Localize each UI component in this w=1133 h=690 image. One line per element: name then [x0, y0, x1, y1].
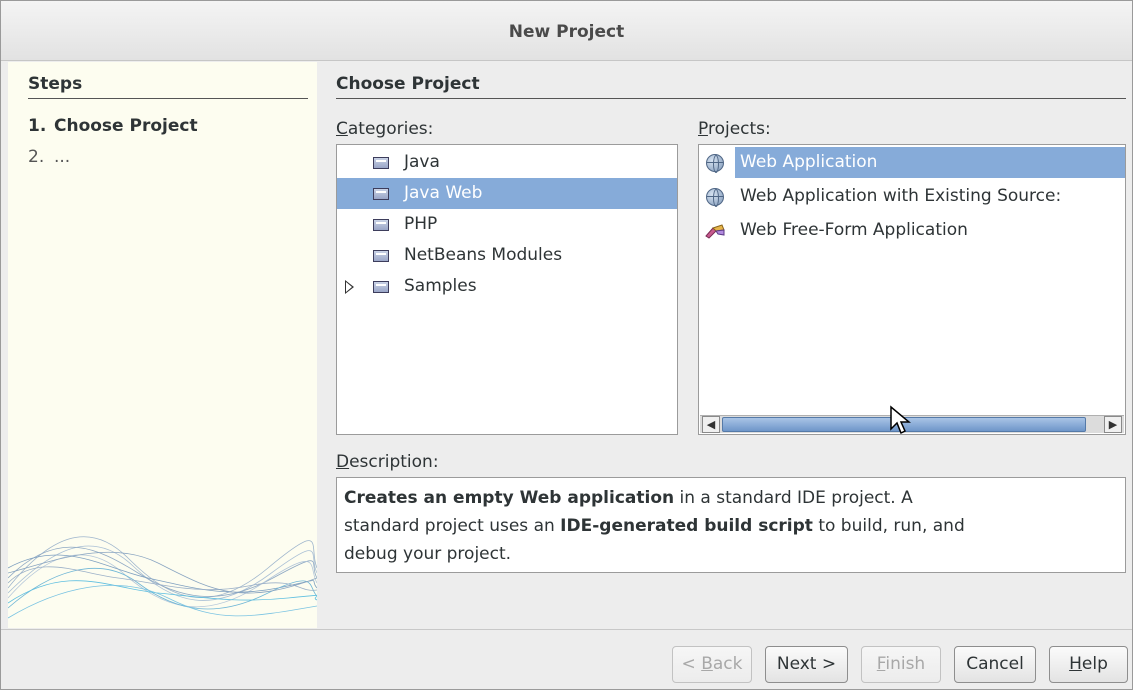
help-button-text: elp — [1081, 654, 1108, 674]
categories-label: Categories: — [336, 119, 433, 139]
project-item-web-application[interactable]: Web Application — [699, 147, 1125, 178]
description-label: Description: — [336, 452, 439, 472]
categories-tree[interactable]: Java Java Web PHP NetBeans Modules Sampl… — [336, 144, 678, 435]
cancel-button[interactable]: Cancel — [954, 646, 1036, 683]
category-label: PHP — [404, 214, 438, 234]
description-line-2: standard project uses an IDE-generated b… — [344, 512, 1118, 540]
description-label-mnemonic: D — [336, 452, 350, 472]
steps-title: Steps — [28, 74, 308, 99]
category-item-php[interactable]: PHP — [337, 209, 677, 240]
category-label: Java Web — [404, 183, 483, 203]
step-2: 2.... — [28, 147, 70, 167]
scroll-left-icon[interactable]: ◀ — [702, 416, 720, 433]
projects-list[interactable]: Web Application Web Application with Exi… — [698, 144, 1126, 435]
finish-button[interactable]: Finish — [861, 646, 941, 683]
step-2-number: 2. — [28, 147, 45, 167]
folder-icon — [373, 157, 389, 169]
description-bold-text: IDE-generated build script — [560, 516, 813, 536]
project-item-web-application-existing[interactable]: Web Application with Existing Source: — [699, 181, 1125, 212]
globe-icon — [706, 154, 724, 173]
new-project-dialog: New Project Steps 1. Choose Project 2.... — [0, 0, 1133, 690]
step-1: 1. Choose Project — [28, 116, 198, 136]
category-item-java-web[interactable]: Java Web — [337, 178, 677, 209]
finish-button-text: inish — [885, 654, 926, 674]
back-button-prefix: < — [681, 654, 702, 674]
brush-icon — [705, 224, 725, 239]
description-text: to build, run, and — [812, 516, 965, 536]
folder-icon — [373, 188, 389, 200]
project-label: Web Free-Form Application — [740, 220, 968, 240]
folder-icon — [373, 250, 389, 262]
projects-label-mnemonic: P — [698, 119, 708, 139]
step-1-number: 1. — [28, 116, 47, 136]
description-line-1: Creates an empty Web application in a st… — [344, 484, 1118, 512]
steps-panel: Steps 1. Choose Project 2.... — [8, 62, 317, 628]
category-item-java[interactable]: Java — [337, 147, 677, 178]
back-button-text: ack — [712, 654, 743, 674]
folder-icon — [373, 281, 389, 293]
back-button[interactable]: < Back — [672, 646, 752, 683]
description-box: Creates an empty Web application in a st… — [336, 477, 1126, 573]
project-label: Web Application with Existing Source: — [740, 186, 1062, 206]
step-2-label: ... — [54, 147, 71, 167]
description-text: standard project uses an — [344, 516, 561, 536]
globe-icon — [706, 188, 724, 207]
page-title: Choose Project — [336, 74, 1126, 99]
dialog-title: New Project — [1, 1, 1132, 61]
next-button[interactable]: Next > — [765, 646, 848, 683]
category-label: NetBeans Modules — [404, 245, 563, 265]
projects-label: Projects: — [698, 119, 771, 139]
description-line-3: debug your project. — [344, 544, 512, 564]
projects-horizontal-scrollbar[interactable]: ◀ ▶ — [700, 415, 1124, 433]
back-button-mnemonic: B — [701, 654, 713, 674]
help-button[interactable]: Help — [1049, 646, 1128, 683]
category-item-samples[interactable]: Samples — [337, 271, 677, 302]
projects-label-text: rojects: — [707, 119, 771, 139]
scroll-right-icon[interactable]: ▶ — [1104, 416, 1122, 433]
categories-label-text: ategories: — [347, 119, 434, 139]
mouse-cursor-icon — [890, 405, 911, 435]
category-label: Samples — [404, 276, 477, 296]
step-1-label: Choose Project — [54, 116, 198, 136]
description-text: in a standard IDE project. A — [674, 488, 913, 508]
expand-arrow-icon[interactable] — [345, 280, 354, 294]
description-bold-text: Creates an empty Web application — [344, 488, 675, 508]
button-bar-separator — [1, 629, 1132, 630]
folder-icon — [373, 219, 389, 231]
category-label: Java — [404, 152, 440, 172]
description-label-text: escription: — [349, 452, 439, 472]
help-button-mnemonic: H — [1069, 654, 1082, 674]
category-item-netbeans-modules[interactable]: NetBeans Modules — [337, 240, 677, 271]
netbeans-wave-logo — [8, 536, 317, 619]
project-item-web-free-form[interactable]: Web Free-Form Application — [699, 215, 1125, 246]
project-label: Web Application — [735, 147, 1125, 178]
categories-label-mnemonic: C — [336, 119, 348, 139]
